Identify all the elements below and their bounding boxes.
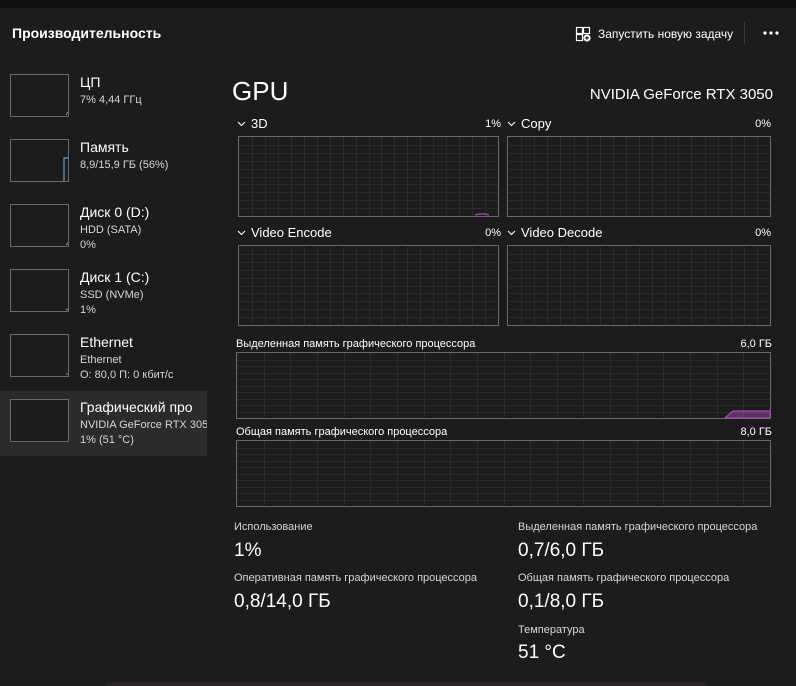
sidebar-item-title: ЦП: [80, 74, 101, 90]
engine-percent: 1%: [485, 118, 501, 130]
engine-selector-copy[interactable]: Copy: [507, 116, 551, 131]
sidebar-item-title: Диск 0 (D:): [80, 204, 150, 220]
sidebar-item-detail: 0%: [80, 239, 96, 251]
memory-thumbnail-graph: [10, 139, 69, 182]
sidebar-item-detail: NVIDIA GeForce RTX 3050: [80, 419, 207, 431]
utilization-label: Использование: [234, 521, 313, 533]
engine-selector-video-decode[interactable]: Video Decode: [507, 225, 602, 240]
engine-graph-video-decode: [507, 245, 771, 326]
ethernet-thumbnail-graph: [10, 334, 69, 377]
engine-graph-3d: [238, 136, 499, 217]
gpu-ram-value: 0,8/14,0 ГБ: [234, 591, 331, 612]
sidebar-item-cpu[interactable]: ЦП 7% 4,44 ГГц: [0, 66, 207, 131]
engine-graph-video-encode: [238, 245, 499, 326]
sidebar-item-detail: О: 80,0 П: 0 кбит/с: [80, 369, 174, 381]
page-title: Производительность: [12, 25, 162, 41]
sidebar-item-detail: Ethernet: [80, 354, 122, 366]
engine-name: Video Encode: [251, 225, 332, 240]
engine-selector-video-encode[interactable]: Video Encode: [237, 225, 332, 240]
chevron-down-icon: [237, 121, 246, 126]
cpu-thumbnail-graph: [10, 74, 69, 117]
utilization-value: 1%: [234, 540, 262, 561]
more-icon: [763, 31, 779, 35]
usage-trace: [724, 410, 770, 418]
temperature-label: Температура: [518, 624, 585, 636]
sidebar-item-detail: 1%: [80, 304, 96, 316]
sidebar-item-detail: SSD (NVMe): [80, 289, 144, 301]
run-task-icon: [575, 26, 591, 42]
sidebar-item-detail: 1% (51 °C): [80, 434, 134, 446]
disk-0-thumbnail-graph: [10, 204, 69, 247]
header-divider: [744, 22, 745, 44]
shared-memory-stat-label: Общая память графического процессора: [518, 572, 730, 584]
gpu-thumbnail-graph: [10, 399, 69, 442]
shared-memory-graph-label: Общая память графического процессора: [236, 426, 448, 438]
sidebar-item-disk-1[interactable]: Диск 1 (C:) SSD (NVMe) 1%: [0, 261, 207, 326]
chevron-down-icon: [237, 230, 246, 235]
sidebar-item-title: Графический про: [80, 399, 193, 415]
temperature-value: 51 °C: [518, 642, 566, 663]
gpu-ram-label: Оперативная память графического процессо…: [234, 572, 478, 584]
dedicated-memory-graph-label: Выделенная память графического процессор…: [236, 338, 476, 350]
shared-memory-stat-value: 0,1/8,0 ГБ: [518, 591, 605, 612]
sidebar-item-detail: 8,9/15,9 ГБ (56%): [80, 159, 169, 171]
engine-selector-3d[interactable]: 3D: [237, 116, 268, 131]
dedicated-memory-graph: [236, 352, 771, 419]
sidebar-item-memory[interactable]: Память 8,9/15,9 ГБ (56%): [0, 131, 207, 196]
dedicated-memory-stat-value: 0,7/6,0 ГБ: [518, 540, 605, 561]
sidebar-item-detail: 7% 4,44 ГГц: [80, 94, 142, 106]
engine-name: Copy: [521, 116, 552, 131]
engine-graph-copy: [507, 136, 771, 217]
engine-percent: 0%: [755, 118, 771, 130]
usage-trace: [474, 213, 490, 216]
bottom-edge-strip: [107, 682, 707, 686]
engine-name: Video Decode: [521, 225, 603, 240]
sidebar-item-title: Ethernet: [80, 334, 133, 350]
engine-name: 3D: [251, 116, 268, 131]
sidebar-item-detail: HDD (SATA): [80, 224, 142, 236]
chevron-down-icon: [507, 230, 516, 235]
engine-percent: 0%: [485, 227, 501, 239]
more-options-button[interactable]: [760, 22, 782, 44]
dedicated-memory-stat-label: Выделенная память графического процессор…: [518, 521, 758, 533]
chevron-down-icon: [507, 121, 516, 126]
shared-memory-max: 8,0 ГБ: [740, 426, 772, 438]
page-header: Производительность Запустить новую задач…: [0, 8, 796, 58]
resource-sidebar: ЦП 7% 4,44 ГГц Память 8,9/15,9 ГБ (56%) …: [0, 66, 207, 456]
run-task-label: Запустить новую задачу: [598, 27, 734, 41]
gpu-model-name: NVIDIA GeForce RTX 3050: [589, 86, 773, 103]
sidebar-item-gpu[interactable]: Графический про NVIDIA GeForce RTX 3050 …: [0, 391, 207, 456]
engine-percent: 0%: [755, 227, 771, 239]
disk-1-thumbnail-graph: [10, 269, 69, 312]
dedicated-memory-max: 6,0 ГБ: [740, 338, 772, 350]
title-bar-strip: [0, 0, 796, 8]
sidebar-item-title: Диск 1 (C:): [80, 269, 150, 285]
run-new-task-button[interactable]: Запустить новую задачу: [575, 24, 733, 44]
shared-memory-graph: [236, 440, 771, 507]
sidebar-item-ethernet[interactable]: Ethernet Ethernet О: 80,0 П: 0 кбит/с: [0, 326, 207, 391]
sidebar-item-title: Память: [80, 139, 129, 155]
sidebar-item-disk-0[interactable]: Диск 0 (D:) HDD (SATA) 0%: [0, 196, 207, 261]
gpu-heading: GPU: [232, 76, 289, 106]
